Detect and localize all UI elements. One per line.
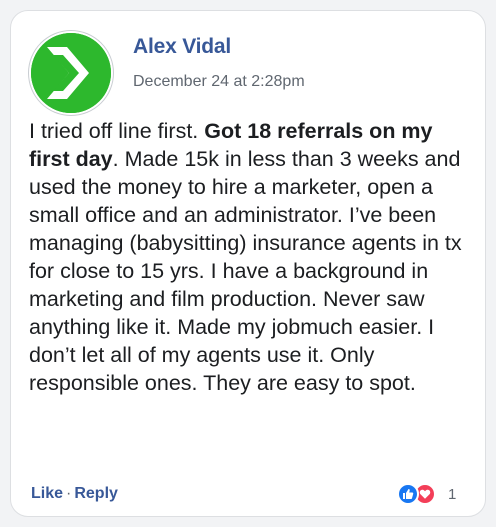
author-name[interactable]: Alex Vidal (133, 35, 231, 59)
comment-body: I tried off line first. Got 18 referrals… (29, 117, 475, 397)
comment-card: Alex Vidal December 24 at 2:28pm I tried… (10, 10, 486, 517)
comment-timestamp[interactable]: December 24 at 2:28pm (133, 73, 305, 91)
avatar[interactable] (29, 31, 113, 115)
comment-intro: I tried off line first. (29, 119, 205, 143)
chevron-right-logo-icon (31, 33, 111, 113)
comment-actions: Like · Reply (31, 485, 118, 503)
like-button[interactable]: Like (31, 485, 63, 502)
thumbs-up-icon (397, 483, 419, 505)
action-separator: · (66, 485, 72, 502)
comment-rest: . Made 15k in less than 3 weeks and used… (29, 147, 462, 395)
reactions-summary[interactable]: 1 (397, 481, 456, 507)
reaction-count: 1 (448, 485, 457, 503)
reply-button[interactable]: Reply (74, 485, 118, 502)
